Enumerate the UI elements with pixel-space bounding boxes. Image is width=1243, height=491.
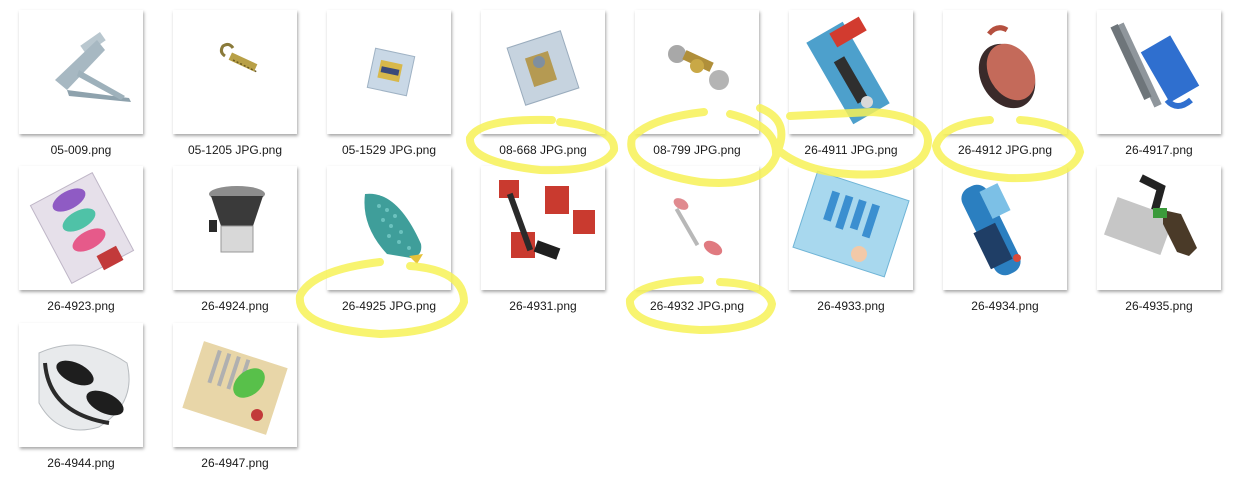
thumbnail[interactable] (635, 10, 759, 134)
thumbnail[interactable] (943, 10, 1067, 134)
grooming-kit-icon (792, 170, 910, 278)
furniture-mover-icon (499, 180, 595, 260)
file-item[interactable]: 05-1529 JPG.png (323, 10, 473, 160)
file-name: 26-4947.png (201, 456, 269, 470)
thumbnail[interactable] (19, 166, 143, 290)
file-item[interactable]: 26-4931.png (477, 166, 627, 316)
thumbnail[interactable] (19, 323, 143, 447)
file-name: 05-009.png (50, 143, 112, 157)
file-item[interactable]: 26-4924.png (169, 166, 319, 316)
face-roller-icon (673, 198, 723, 256)
thumbnail[interactable] (789, 166, 913, 290)
file-name: 05-1205 JPG.png (187, 143, 283, 157)
file-name: 26-4935.png (1125, 299, 1193, 313)
file-name: 26-4923.png (47, 299, 115, 313)
brush-icon (978, 25, 1036, 109)
file-name: 26-4944.png (47, 456, 115, 470)
food-holder-icon (182, 341, 288, 435)
file-grid: 05-009.png 05-1205 JPG.png 05-1529 JPG.p… (0, 0, 1243, 491)
file-item[interactable]: 26-4932 JPG.png (631, 166, 781, 316)
thumbnail[interactable] (1097, 10, 1221, 134)
thumbnail[interactable] (481, 10, 605, 134)
file-name: 26-4932 JPG.png (649, 299, 745, 313)
file-item[interactable]: 26-4923.png (15, 166, 165, 316)
thumbnail[interactable] (635, 166, 759, 290)
container-set-icon (29, 172, 135, 284)
thumbnail[interactable] (327, 10, 451, 134)
carded-tool-icon (806, 16, 890, 125)
garden-sprayer-icon (1103, 174, 1197, 256)
file-name: 26-4925 JPG.png (341, 299, 437, 313)
thumbnail[interactable] (19, 10, 143, 134)
file-item[interactable]: 26-4933.png (785, 166, 935, 316)
file-item[interactable]: 05-009.png (15, 10, 165, 160)
file-item[interactable]: 26-4934.png (939, 166, 1089, 316)
mop-tool-icon (1110, 22, 1200, 109)
file-item[interactable]: 26-4947.png (169, 323, 319, 473)
thumbnail[interactable] (173, 166, 297, 290)
file-item[interactable]: 26-4911 JPG.png (785, 10, 935, 160)
portable-blender-icon (961, 183, 1021, 276)
file-name: 26-4931.png (509, 299, 577, 313)
file-name: 26-4934.png (971, 299, 1039, 313)
thumbnail[interactable] (327, 166, 451, 290)
file-name: 05-1529 JPG.png (341, 143, 437, 157)
file-item[interactable]: 26-4944.png (15, 323, 165, 473)
file-item[interactable]: 26-4925 JPG.png (323, 166, 473, 316)
thumbnail[interactable] (481, 166, 605, 290)
file-item[interactable]: 05-1205 JPG.png (169, 10, 319, 160)
file-item[interactable]: 26-4935.png (1093, 166, 1243, 316)
file-name: 26-4912 JPG.png (957, 143, 1053, 157)
stand-bracket-icon (55, 32, 131, 102)
iron-shoe-icon (364, 193, 423, 264)
thumbnail[interactable] (789, 10, 913, 134)
thumbnail[interactable] (1097, 166, 1221, 290)
chopper-icon (209, 186, 265, 253)
screw-hook-icon (219, 42, 258, 73)
file-name: 08-799 JPG.png (653, 143, 741, 157)
file-item[interactable]: 08-799 JPG.png (631, 10, 781, 160)
file-item[interactable]: 08-668 JPG.png (477, 10, 627, 160)
file-name: 26-4917.png (1125, 143, 1193, 157)
file-name: 26-4924.png (201, 299, 269, 313)
door-knob-icon (668, 45, 729, 90)
blister-pack-icon (506, 30, 580, 106)
thumbnail[interactable] (173, 323, 297, 447)
file-name: 26-4911 JPG.png (804, 143, 898, 157)
thumbnail[interactable] (173, 10, 297, 134)
file-name: 26-4933.png (817, 299, 885, 313)
packaged-part-icon (366, 47, 416, 97)
file-item[interactable]: 26-4912 JPG.png (939, 10, 1089, 160)
thumbnail[interactable] (943, 166, 1067, 290)
file-name: 08-668 JPG.png (499, 143, 587, 157)
goggles-icon (38, 344, 130, 431)
file-item[interactable]: 26-4917.png (1093, 10, 1243, 160)
